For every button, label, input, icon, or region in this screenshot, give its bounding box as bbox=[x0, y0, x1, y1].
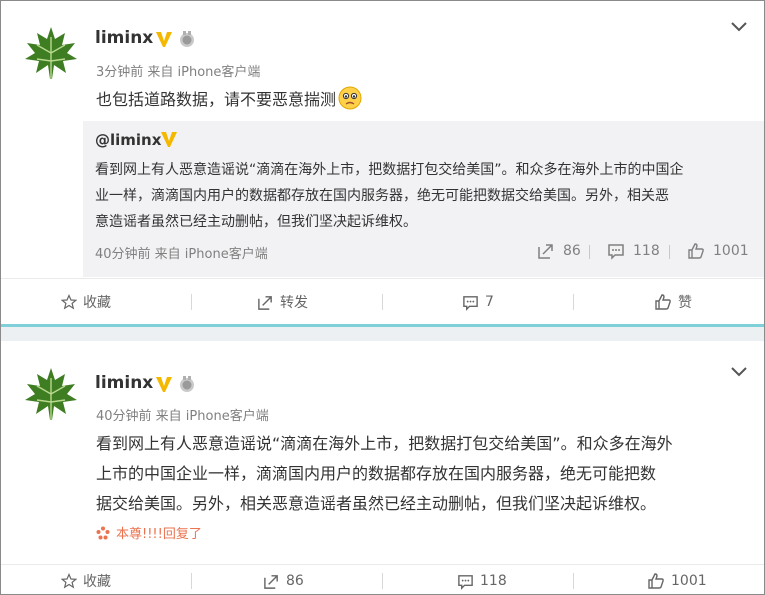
repost-icon bbox=[258, 295, 272, 310]
like-count: 1001 bbox=[671, 573, 707, 589]
reply-note-text: 本尊!!!!回复了 bbox=[116, 527, 202, 542]
member-medal-icon[interactable] bbox=[177, 374, 197, 394]
comment-button[interactable]: 118 bbox=[457, 565, 507, 594]
divider bbox=[382, 573, 383, 589]
feed-separator bbox=[1, 324, 764, 341]
post-card-2: liminx 40分钟前 来自 iPhone客户端 看到网上有人恶意造谣说“滴滴… bbox=[1, 341, 764, 594]
verified-v-icon[interactable] bbox=[159, 129, 179, 149]
post-text-content: 也包括道路数据，请不要恶意揣测 bbox=[96, 90, 337, 109]
reposted-comment-count[interactable]: 118 bbox=[607, 239, 660, 263]
post-text: 看到网上有人恶意造谣说“滴滴在海外上市，把数据打包交给美国”。和众多在海外 上市… bbox=[96, 429, 673, 519]
thumbs-up-icon bbox=[648, 573, 664, 589]
repost-icon bbox=[538, 244, 553, 259]
favorite-label: 收藏 bbox=[83, 574, 111, 590]
post-action-bar: 收藏 转发 7 赞 bbox=[1, 278, 764, 325]
favorite-label: 收藏 bbox=[83, 295, 111, 311]
chevron-down-icon[interactable] bbox=[730, 21, 748, 33]
repost-label: 转发 bbox=[280, 295, 308, 311]
star-icon bbox=[61, 573, 77, 589]
divider bbox=[191, 294, 192, 310]
favorite-button[interactable]: 收藏 bbox=[61, 565, 111, 594]
post-text: 也包括道路数据，请不要恶意揣测 bbox=[96, 85, 362, 115]
reposted-repost-count[interactable]: 86 bbox=[537, 239, 581, 263]
post-meta: 3分钟前 来自 iPhone客户端 bbox=[96, 65, 261, 80]
repost-icon bbox=[264, 574, 278, 589]
star-icon bbox=[61, 294, 77, 310]
reposted-text: 看到网上有人恶意造谣说“滴滴在海外上市，把数据打包交给美国”。和众多在海外上市的… bbox=[95, 157, 684, 235]
comment-icon bbox=[463, 295, 478, 311]
reposted-author[interactable]: @liminx bbox=[95, 131, 161, 149]
reposted-comment-count-value: 118 bbox=[633, 243, 660, 259]
sparkle-icon bbox=[96, 526, 110, 539]
reposted-content[interactable]: @liminx 看到网上有人恶意造谣说“滴滴在海外上市，把数据打包交给美国”。和… bbox=[83, 121, 764, 277]
thumbs-up-icon bbox=[655, 294, 671, 310]
repost-button[interactable]: 转发 bbox=[257, 279, 308, 325]
comment-button[interactable]: 7 bbox=[462, 279, 494, 325]
author-name[interactable]: liminx bbox=[95, 373, 153, 393]
weibo-feed: liminx 3分钟前 来自 iPhone客户端 也包括道路数据，请不要恶意揣测 bbox=[0, 0, 765, 595]
author-reply-note[interactable]: 本尊!!!!回复了 bbox=[96, 523, 202, 542]
thumbs-up-icon bbox=[688, 243, 704, 259]
divider bbox=[589, 245, 590, 259]
avatar-maple-leaf-icon[interactable] bbox=[21, 364, 81, 424]
reposted-like-count-value: 1001 bbox=[713, 243, 749, 259]
repost-count: 86 bbox=[286, 573, 304, 589]
reposted-text-line: 意造谣者虽然已经主动删帖，但我们坚决起诉维权。 bbox=[95, 214, 417, 230]
divider bbox=[191, 573, 192, 589]
divider bbox=[573, 573, 574, 589]
post-meta: 40分钟前 来自 iPhone客户端 bbox=[96, 409, 269, 424]
favorite-button[interactable]: 收藏 bbox=[61, 279, 111, 325]
comment-icon bbox=[608, 244, 624, 260]
post-text-line: 上市的中国企业一样，滴滴国内用户的数据都存放在国内服务器，绝无可能把数 bbox=[96, 464, 657, 483]
like-button[interactable]: 1001 bbox=[647, 565, 707, 594]
divider bbox=[669, 245, 670, 259]
divider bbox=[573, 294, 574, 310]
post-text-line: 看到网上有人恶意造谣说“滴滴在海外上市，把数据打包交给美国”。和众多在海外 bbox=[96, 434, 673, 453]
chevron-down-icon[interactable] bbox=[730, 366, 748, 378]
verified-v-icon[interactable] bbox=[154, 29, 174, 49]
divider bbox=[382, 294, 383, 310]
comment-icon bbox=[458, 574, 473, 590]
post-text-line: 据交给美国。另外，相关恶意造谣者虽然已经主动删帖，但我们坚决起诉维权。 bbox=[96, 494, 657, 513]
verified-v-icon[interactable] bbox=[154, 374, 174, 394]
post-action-bar: 收藏 86 118 1001 bbox=[1, 564, 764, 594]
like-label: 赞 bbox=[678, 295, 692, 311]
sad-face-icon bbox=[338, 86, 362, 110]
avatar-maple-leaf-icon[interactable] bbox=[21, 23, 81, 83]
reposted-meta: 40分钟前 来自 iPhone客户端 bbox=[95, 247, 268, 262]
like-button[interactable]: 赞 bbox=[654, 279, 692, 325]
post-card-1: liminx 3分钟前 来自 iPhone客户端 也包括道路数据，请不要恶意揣测 bbox=[1, 1, 764, 324]
reposted-text-line: 业一样，滴滴国内用户的数据都存放在国内服务器，绝无可能把数据交给美国。另外，相关… bbox=[95, 188, 669, 204]
comment-count: 7 bbox=[485, 294, 494, 310]
reposted-like-count[interactable]: 1001 bbox=[687, 239, 749, 263]
separator-accent-line bbox=[1, 324, 764, 327]
reposted-text-line: 看到网上有人恶意造谣说“滴滴在海外上市，把数据打包交给美国”。和众多在海外上市的… bbox=[95, 162, 684, 178]
comment-count: 118 bbox=[480, 573, 507, 589]
member-medal-icon[interactable] bbox=[177, 29, 197, 49]
reposted-repost-count-value: 86 bbox=[563, 243, 581, 259]
repost-button[interactable]: 86 bbox=[263, 565, 304, 594]
author-name[interactable]: liminx bbox=[95, 28, 153, 48]
